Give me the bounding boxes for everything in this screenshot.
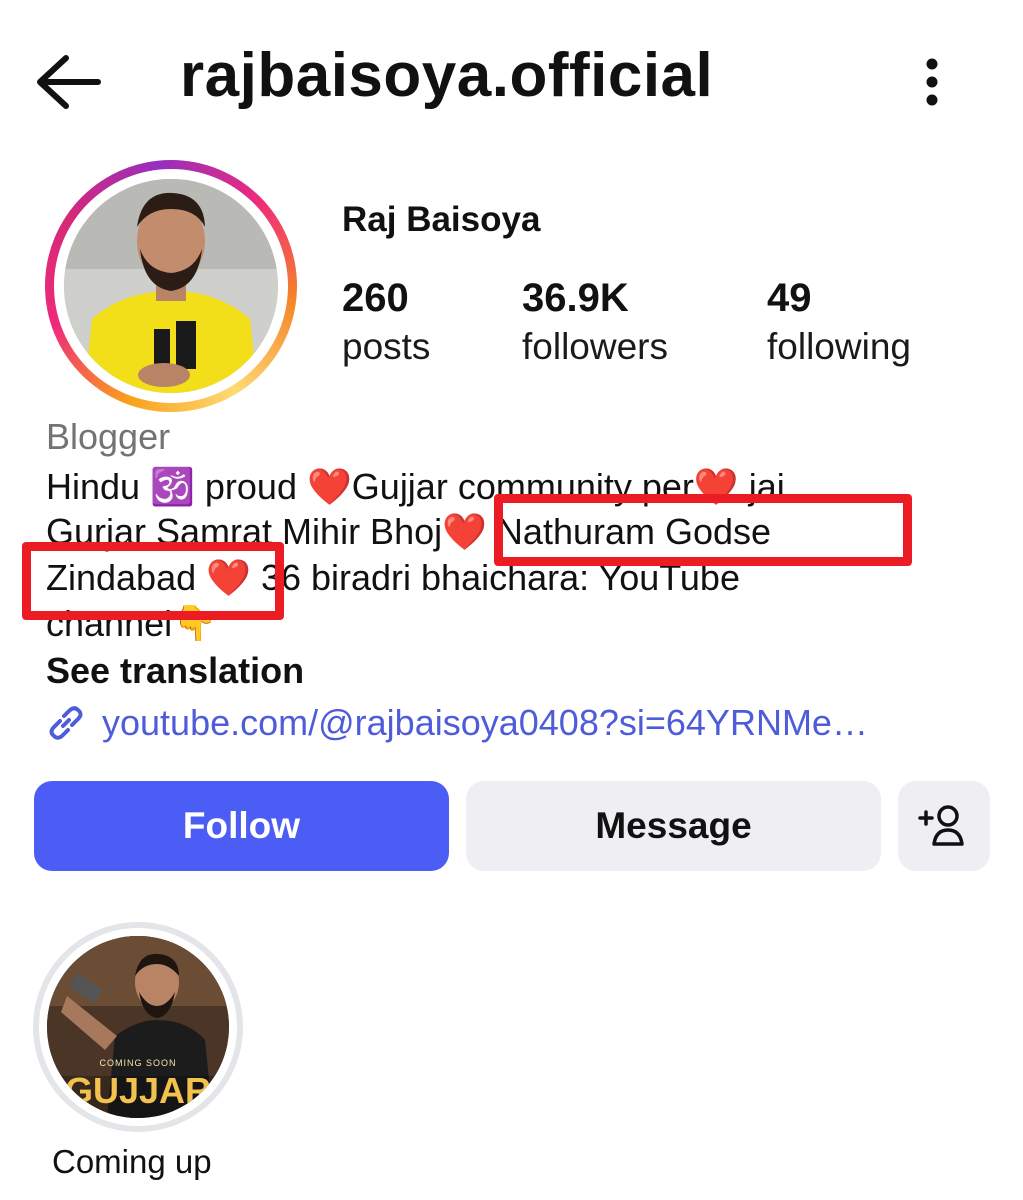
- profile-name: Raj Baisoya: [342, 200, 541, 239]
- message-button[interactable]: Message: [466, 781, 881, 871]
- follow-button[interactable]: Follow: [34, 781, 449, 871]
- following-stat[interactable]: 49 following: [767, 275, 911, 373]
- page-title: rajbaisoya.official: [180, 41, 714, 110]
- following-label: following: [767, 326, 911, 367]
- highlight-cover: COMING SOON GUJJAR: [47, 936, 229, 1118]
- highlight-cover-title: GUJJAR: [64, 1070, 212, 1111]
- more-vertical-icon: [926, 58, 938, 106]
- posts-stat[interactable]: 260 posts: [342, 275, 430, 373]
- avatar-photo: [64, 179, 278, 393]
- following-count: 49: [767, 276, 812, 320]
- suggested-accounts-button[interactable]: [898, 781, 990, 871]
- highlight-cover-tag: COMING SOON: [99, 1058, 177, 1068]
- external-link[interactable]: youtube.com/@rajbaisoya0408?si=64YRNMe…: [44, 698, 868, 748]
- annotation-box: [22, 542, 284, 620]
- annotation-box: [494, 494, 912, 566]
- back-button[interactable]: [30, 50, 110, 114]
- story-highlight[interactable]: COMING SOON GUJJAR: [33, 922, 243, 1132]
- followers-stat[interactable]: 36.9K followers: [522, 275, 668, 373]
- arrow-left-icon: [37, 55, 101, 109]
- link-text: youtube.com/@rajbaisoya0408?si=64YRNMe…: [102, 702, 868, 743]
- more-options-button[interactable]: [908, 52, 956, 116]
- followers-count: 36.9K: [522, 276, 629, 320]
- profile-category: Blogger: [46, 416, 171, 457]
- posts-count: 260: [342, 276, 409, 320]
- followers-label: followers: [522, 326, 668, 367]
- highlight-label: Coming up: [52, 1143, 212, 1180]
- posts-label: posts: [342, 326, 431, 367]
- profile-avatar[interactable]: [45, 160, 297, 412]
- add-person-icon: [918, 805, 964, 846]
- see-translation-link[interactable]: See translation: [46, 650, 304, 692]
- link-icon: [49, 706, 83, 740]
